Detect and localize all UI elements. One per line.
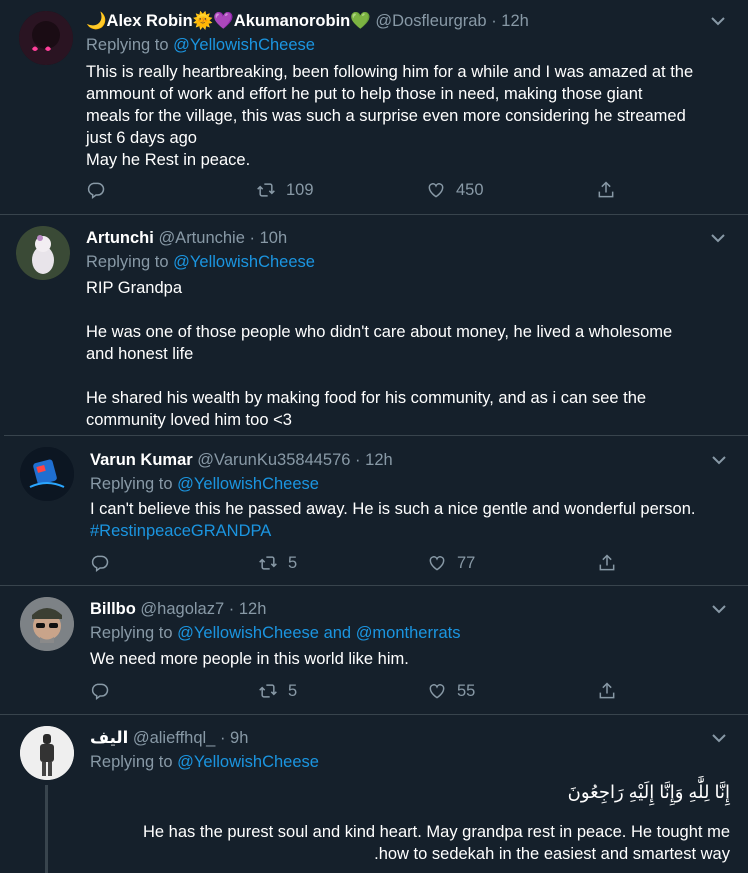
- chevron-down-icon[interactable]: [712, 455, 726, 465]
- tweet-text: I can't believe this he passed away. He …: [90, 498, 740, 542]
- retweet-icon: [256, 180, 276, 200]
- reply-icon: [90, 553, 110, 573]
- timestamp[interactable]: 12h: [501, 12, 529, 30]
- like-count: 77: [457, 553, 476, 572]
- reply-icon: [90, 681, 110, 701]
- chevron-down-icon[interactable]: [712, 604, 726, 614]
- retweet-count: 5: [288, 553, 298, 572]
- tweet-text: We need more people in this world like h…: [90, 650, 409, 668]
- chevron-down-icon[interactable]: [712, 733, 726, 743]
- like-count: 450: [456, 180, 484, 199]
- reply-mention-link[interactable]: @YellowishCheese: [177, 753, 319, 771]
- replying-and: and: [323, 624, 352, 642]
- avatar[interactable]: [16, 226, 70, 280]
- retweet-button[interactable]: 5: [258, 553, 297, 573]
- share-icon: [596, 180, 616, 200]
- retweet-count: 5: [288, 681, 298, 700]
- retweet-button[interactable]: 109: [256, 180, 314, 200]
- share-button[interactable]: [596, 180, 616, 200]
- reply-button[interactable]: [86, 180, 106, 200]
- timestamp[interactable]: 12h: [239, 600, 267, 618]
- reply-icon: [86, 180, 106, 200]
- thread-line: [45, 785, 48, 873]
- chevron-down-icon[interactable]: [711, 233, 725, 243]
- share-button[interactable]: [597, 553, 617, 573]
- like-button[interactable]: 55: [427, 681, 475, 701]
- display-name[interactable]: 🌙Alex Robin🌞💜Akumanorobin💚: [86, 12, 371, 30]
- retweet-count: 109: [286, 180, 314, 199]
- reply-mention-link[interactable]: @YellowishCheese: [173, 253, 315, 271]
- share-button[interactable]: [597, 681, 617, 701]
- replying-label: Replying to: [86, 36, 169, 54]
- chevron-down-icon[interactable]: [711, 16, 725, 26]
- tweet[interactable]: اليف @alieffhql_ · 9h Replying to @Yello…: [0, 715, 748, 873]
- reply-button[interactable]: [90, 681, 110, 701]
- avatar[interactable]: [20, 726, 74, 780]
- reply-button[interactable]: [90, 553, 110, 573]
- reply-mention-link[interactable]: @YellowishCheese: [173, 36, 315, 54]
- replying-label: Replying to: [90, 624, 173, 642]
- tweet-text: This is really heartbreaking, been follo…: [86, 63, 694, 169]
- display-name[interactable]: Artunchi: [86, 229, 154, 247]
- like-icon: [426, 180, 446, 200]
- arabic-text: إِنَّا لِلَّٰهِ وَإِنَّا إِلَيْهِ رَاجِع…: [567, 782, 730, 802]
- tweet[interactable]: 🌙Alex Robin🌞💜Akumanorobin💚 @Dosfleurgrab…: [0, 0, 748, 214]
- retweet-button[interactable]: 5: [258, 681, 297, 701]
- replying-label: Replying to: [90, 475, 173, 493]
- replying-label: Replying to: [86, 253, 169, 271]
- display-name[interactable]: Billbo: [90, 600, 136, 618]
- like-button[interactable]: 450: [426, 180, 484, 200]
- tweet[interactable]: Billbo @hagolaz7 · 12h Replying to @Yell…: [0, 586, 748, 714]
- share-icon: [597, 553, 617, 573]
- tweet[interactable]: Artunchi @Artunchie · 10h Replying to @Y…: [0, 215, 748, 435]
- timestamp[interactable]: 10h: [260, 229, 288, 247]
- hashtag-link[interactable]: #RestinpeaceGRANDPA: [90, 520, 740, 542]
- tweet[interactable]: Varun Kumar @VarunKu35844576 · 12h Reply…: [0, 436, 748, 586]
- retweet-icon: [258, 553, 278, 573]
- reply-mention-link[interactable]: @YellowishCheese: [177, 624, 319, 642]
- user-handle[interactable]: @Artunchie: [158, 229, 244, 247]
- reply-mention-link[interactable]: @YellowishCheese: [177, 475, 319, 493]
- reply-mention-link-2[interactable]: @montherrats: [356, 624, 461, 642]
- user-handle[interactable]: @VarunKu35844576: [197, 451, 350, 469]
- timestamp[interactable]: 12h: [365, 451, 393, 469]
- like-icon: [427, 553, 447, 573]
- like-icon: [427, 681, 447, 701]
- avatar[interactable]: [19, 11, 73, 65]
- user-handle[interactable]: @alieffhql_: [133, 729, 216, 747]
- avatar[interactable]: [20, 597, 74, 651]
- user-handle[interactable]: @Dosfleurgrab: [375, 12, 486, 30]
- share-icon: [597, 681, 617, 701]
- timestamp[interactable]: 9h: [230, 729, 248, 747]
- display-name[interactable]: Varun Kumar: [90, 451, 193, 469]
- display-name[interactable]: اليف: [90, 729, 128, 747]
- tweet-text: He has the purest soul and kind heart. M…: [142, 823, 730, 863]
- retweet-icon: [258, 681, 278, 701]
- avatar[interactable]: [20, 447, 74, 501]
- replying-label: Replying to: [90, 753, 173, 771]
- like-count: 55: [457, 681, 476, 700]
- tweet-text: RIP Grandpa He was one of those people wh…: [86, 279, 673, 429]
- user-handle[interactable]: @hagolaz7: [140, 600, 224, 618]
- like-button[interactable]: 77: [427, 553, 475, 573]
